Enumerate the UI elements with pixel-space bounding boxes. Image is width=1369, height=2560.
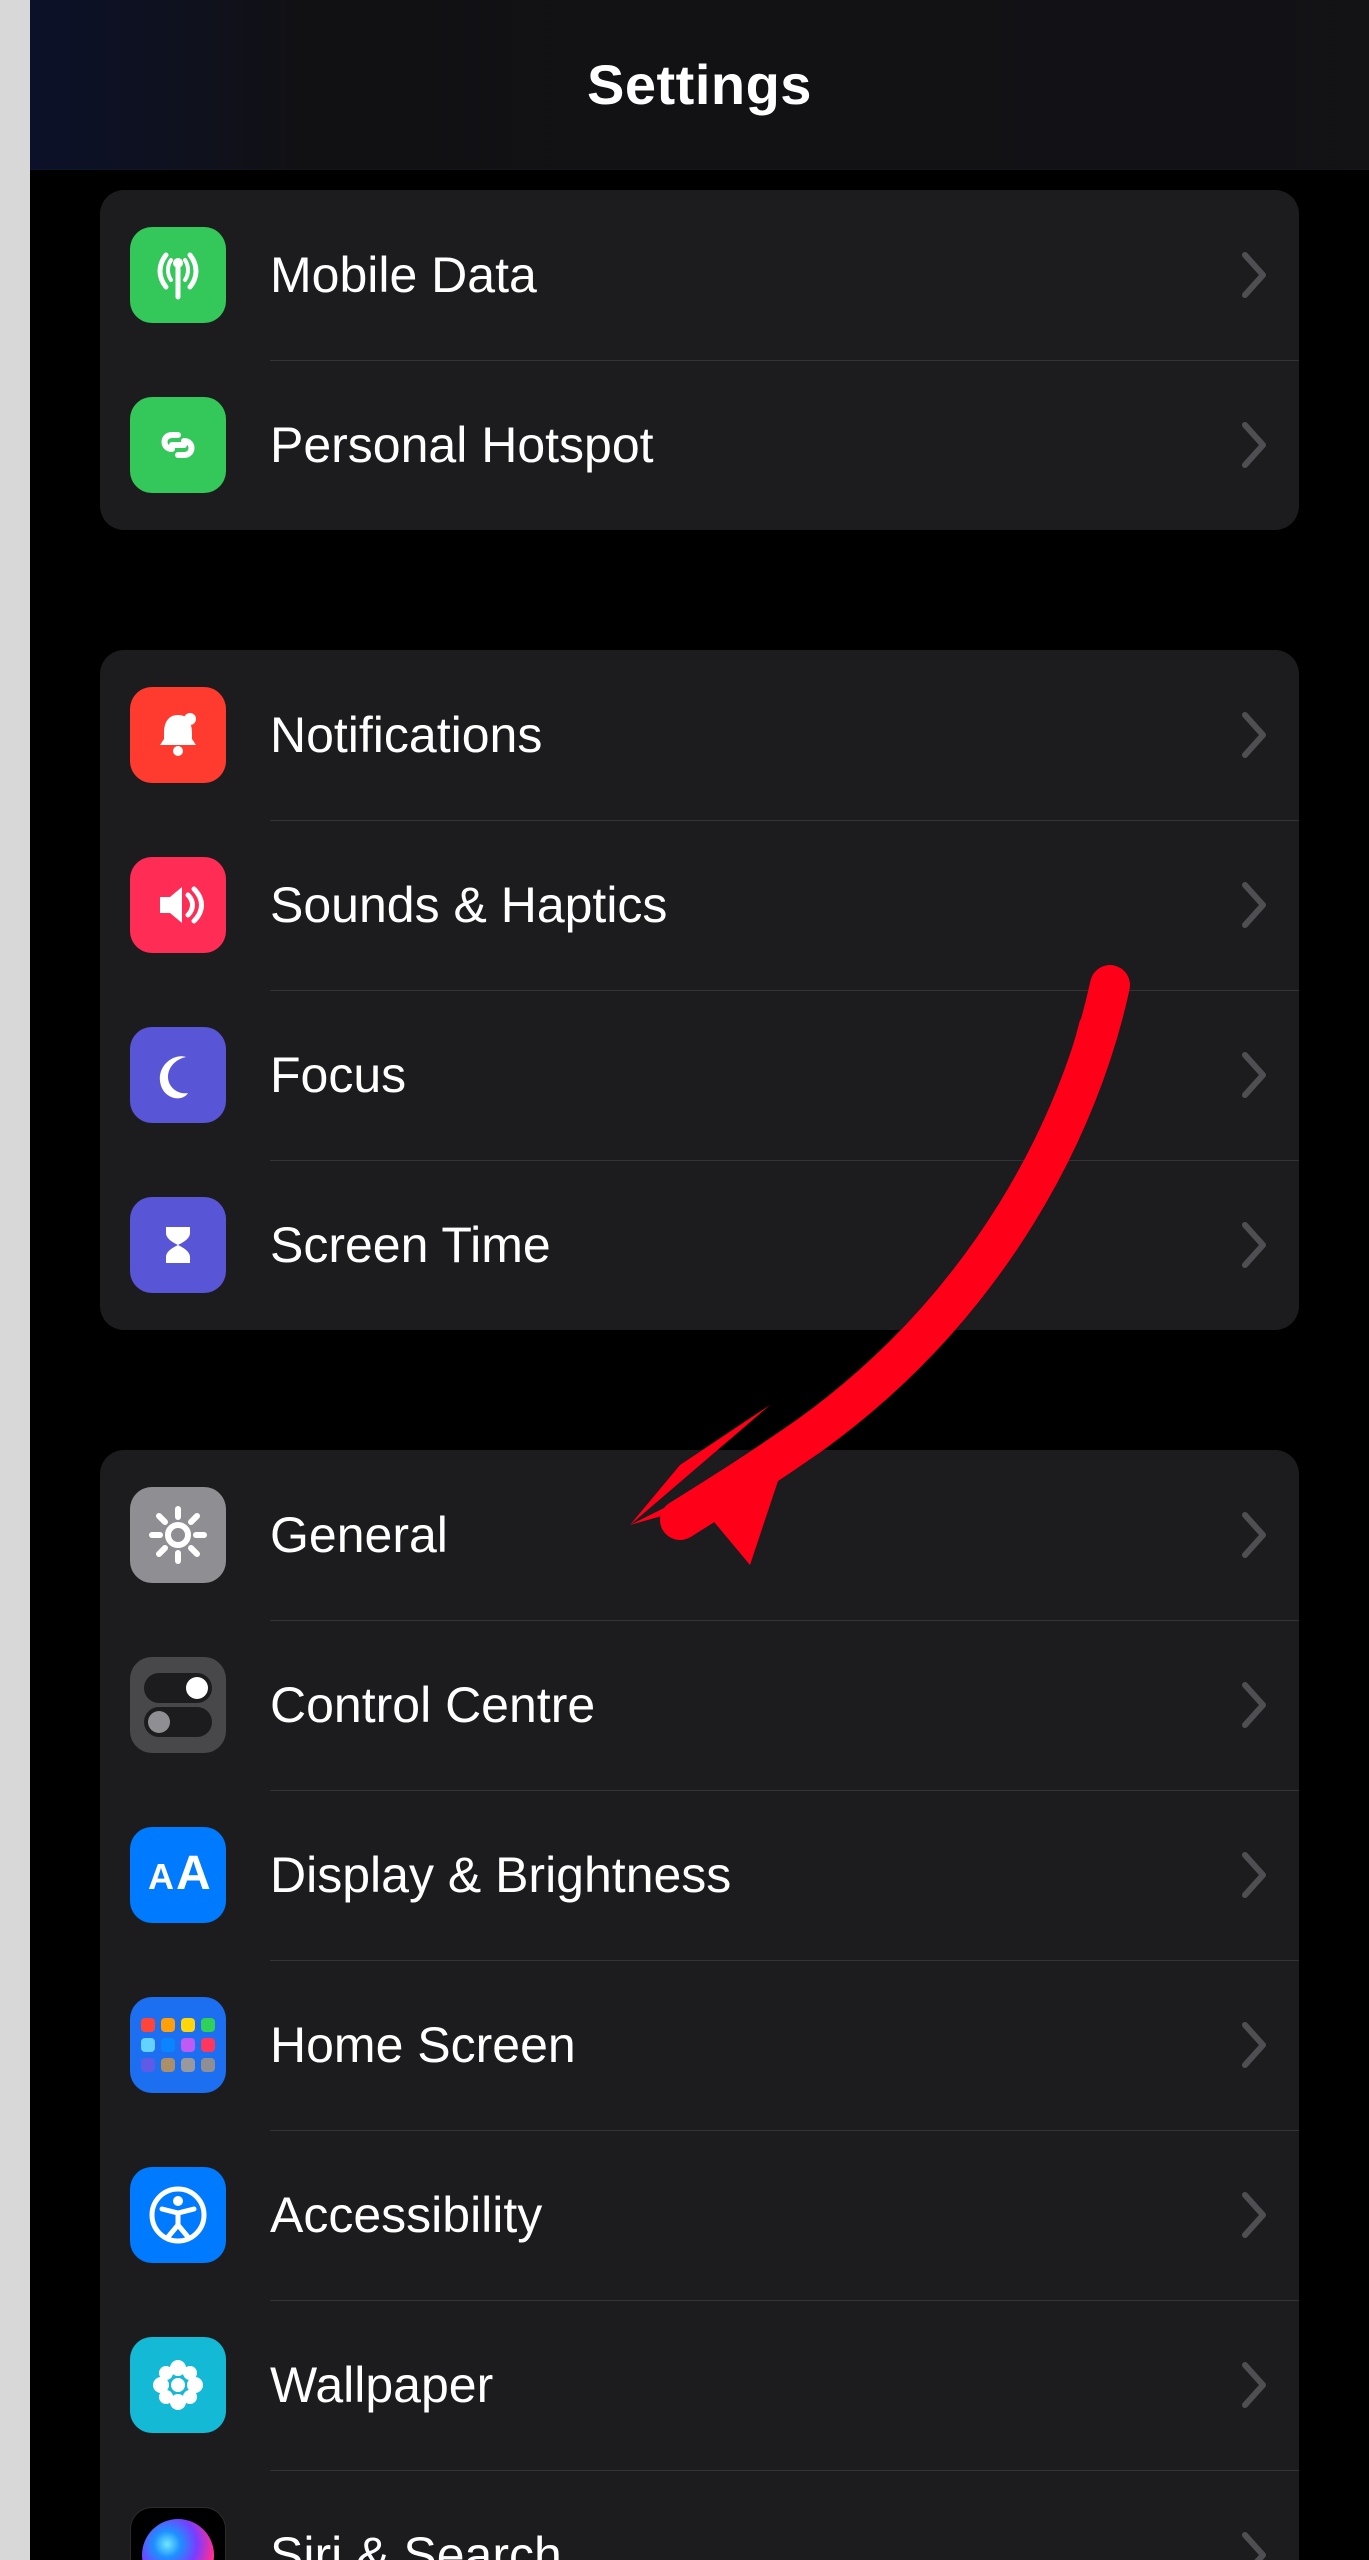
- settings-content: Mobile Data Personal Hotspot: [30, 190, 1369, 2560]
- svg-text:A: A: [148, 1856, 174, 1897]
- row-general[interactable]: General: [100, 1450, 1299, 1620]
- link-icon: [130, 397, 226, 493]
- speaker-icon: [130, 857, 226, 953]
- bell-icon: [130, 687, 226, 783]
- row-siri-search[interactable]: Siri & Search: [100, 2470, 1299, 2560]
- chevron-right-icon: [1239, 2021, 1269, 2069]
- row-sounds-haptics[interactable]: Sounds & Haptics: [100, 820, 1299, 990]
- hourglass-icon: [130, 1197, 226, 1293]
- settings-group-general: General Control Centre AA Display & Brig…: [100, 1450, 1299, 2560]
- chevron-right-icon: [1239, 711, 1269, 759]
- row-label: Personal Hotspot: [270, 416, 1239, 474]
- row-label: Home Screen: [270, 2016, 1239, 2074]
- svg-text:A: A: [176, 1847, 211, 1900]
- chevron-right-icon: [1239, 2191, 1269, 2239]
- app-grid-icon: [130, 1997, 226, 2093]
- flower-icon: [130, 2337, 226, 2433]
- row-notifications[interactable]: Notifications: [100, 650, 1299, 820]
- row-accessibility[interactable]: Accessibility: [100, 2130, 1299, 2300]
- row-display-brightness[interactable]: AA Display & Brightness: [100, 1790, 1299, 1960]
- row-label: Wallpaper: [270, 2356, 1239, 2414]
- antenna-icon: [130, 227, 226, 323]
- row-mobile-data[interactable]: Mobile Data: [100, 190, 1299, 360]
- row-label: Screen Time: [270, 1216, 1239, 1274]
- row-home-screen[interactable]: Home Screen: [100, 1960, 1299, 2130]
- moon-icon: [130, 1027, 226, 1123]
- chevron-right-icon: [1239, 1511, 1269, 1559]
- toggles-icon: [130, 1657, 226, 1753]
- chevron-right-icon: [1239, 1681, 1269, 1729]
- gear-icon: [130, 1487, 226, 1583]
- siri-icon: [130, 2507, 226, 2560]
- settings-group-connectivity: Mobile Data Personal Hotspot: [100, 190, 1299, 530]
- row-label: Display & Brightness: [270, 1846, 1239, 1904]
- chevron-right-icon: [1239, 1851, 1269, 1899]
- chevron-right-icon: [1239, 251, 1269, 299]
- row-label: Sounds & Haptics: [270, 876, 1239, 934]
- page-title: Settings: [587, 52, 812, 117]
- row-label: Control Centre: [270, 1676, 1239, 1734]
- chevron-right-icon: [1239, 881, 1269, 929]
- row-screen-time[interactable]: Screen Time: [100, 1160, 1299, 1330]
- row-wallpaper[interactable]: Wallpaper: [100, 2300, 1299, 2470]
- row-label: Mobile Data: [270, 246, 1239, 304]
- chevron-right-icon: [1239, 2361, 1269, 2409]
- accessibility-icon: [130, 2167, 226, 2263]
- row-label: Siri & Search: [270, 2526, 1239, 2560]
- chevron-right-icon: [1239, 1051, 1269, 1099]
- chevron-right-icon: [1239, 2531, 1269, 2560]
- row-personal-hotspot[interactable]: Personal Hotspot: [100, 360, 1299, 530]
- row-label: Focus: [270, 1046, 1239, 1104]
- settings-screen: Settings Mobile Data: [30, 0, 1369, 2560]
- row-control-centre[interactable]: Control Centre: [100, 1620, 1299, 1790]
- settings-group-notifications: Notifications Sounds & Haptics Focus: [100, 650, 1299, 1330]
- row-label: Accessibility: [270, 2186, 1239, 2244]
- chevron-right-icon: [1239, 1221, 1269, 1269]
- row-focus[interactable]: Focus: [100, 990, 1299, 1160]
- row-label: General: [270, 1506, 1239, 1564]
- text-size-icon: AA: [130, 1827, 226, 1923]
- chevron-right-icon: [1239, 421, 1269, 469]
- nav-bar: Settings: [30, 0, 1369, 170]
- row-label: Notifications: [270, 706, 1239, 764]
